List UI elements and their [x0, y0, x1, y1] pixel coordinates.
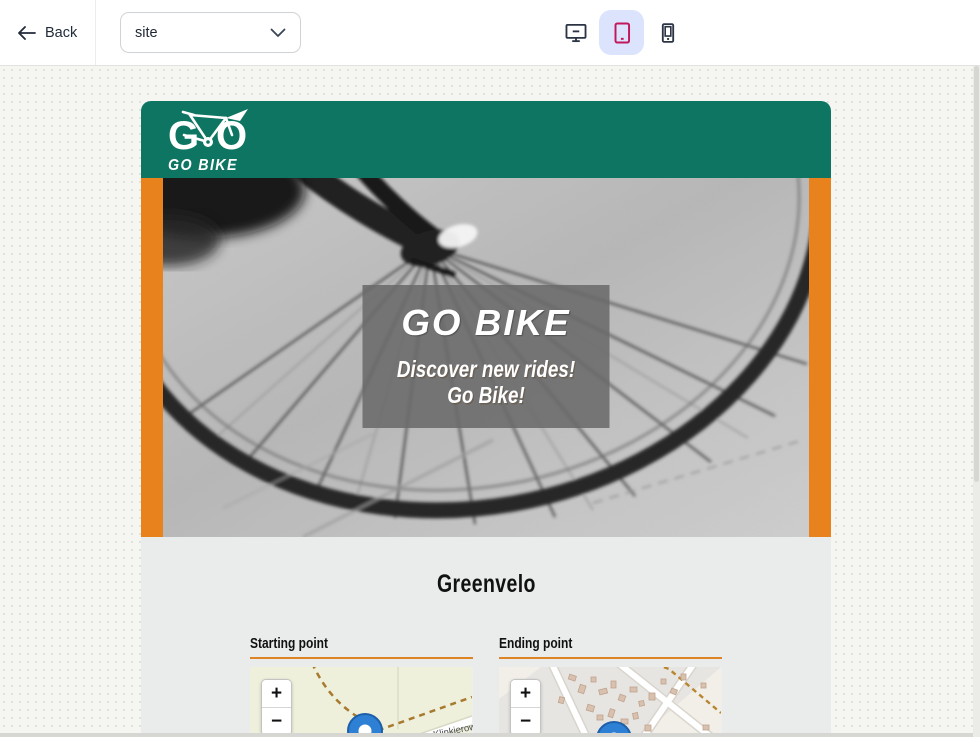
site-selector-value: site [135, 25, 158, 41]
device-mobile-button[interactable] [645, 10, 690, 55]
device-switcher [553, 10, 690, 55]
device-desktop-button[interactable] [553, 10, 598, 55]
site-header: G O G [141, 101, 831, 178]
hero-subtitle-line1: Discover new rides! [385, 356, 588, 382]
site-preview-canvas: G O G [0, 66, 980, 737]
starting-point-column: Starting point Klink [250, 635, 473, 737]
tablet-icon [609, 20, 635, 46]
hero-section: GO BIKE Discover new rides! Go Bike! [141, 178, 831, 537]
hero-title: GO BIKE [360, 302, 612, 344]
arrow-left-icon [17, 26, 36, 40]
back-button[interactable]: Back [0, 0, 96, 65]
zoom-in-button[interactable]: + [262, 680, 291, 707]
starting-point-map[interactable]: Klinkierowa + − [250, 667, 473, 737]
smartphone-icon [655, 20, 681, 46]
zoom-out-button[interactable]: − [511, 708, 540, 735]
section-heading: Greenvelo [437, 570, 536, 599]
ending-point-label: Ending point [499, 635, 572, 652]
zoom-in-button[interactable]: + [511, 680, 540, 707]
hero-subtitle-line2: Go Bike! [385, 382, 588, 408]
starting-point-label: Starting point [250, 635, 328, 652]
bicycle-logo-icon: G O [168, 108, 256, 159]
logo-wordmark: GO BIKE [168, 157, 249, 175]
start-map-zoom-control: + − [261, 679, 292, 736]
ending-point-column: Ending point [499, 635, 722, 737]
gobike-logo[interactable]: G O G [168, 108, 256, 175]
monitor-icon [563, 20, 589, 46]
app-window: { "toolbar": { "back_label": "Back", "ba… [0, 0, 980, 737]
vertical-scrollbar[interactable] [973, 66, 980, 737]
device-tablet-button[interactable] [599, 10, 644, 55]
ending-point-map[interactable]: Svluzyna + − [499, 667, 722, 737]
chevron-down-icon [270, 28, 286, 38]
horizontal-scrollbar[interactable] [0, 733, 973, 737]
top-toolbar: Back site [0, 0, 980, 66]
end-map-zoom-control: + − [510, 679, 541, 736]
hero-text-panel: GO BIKE Discover new rides! Go Bike! [363, 285, 610, 428]
back-label: Back [45, 25, 77, 41]
site-selector-dropdown[interactable]: site [120, 12, 301, 53]
scrollbar-thumb[interactable] [974, 66, 979, 482]
hero-subtitle: Discover new rides! Go Bike! [385, 356, 588, 408]
site-frame: G O G [141, 101, 831, 737]
trip-planner-section: Greenvelo Starting point [141, 537, 831, 737]
zoom-out-button[interactable]: − [262, 708, 291, 735]
